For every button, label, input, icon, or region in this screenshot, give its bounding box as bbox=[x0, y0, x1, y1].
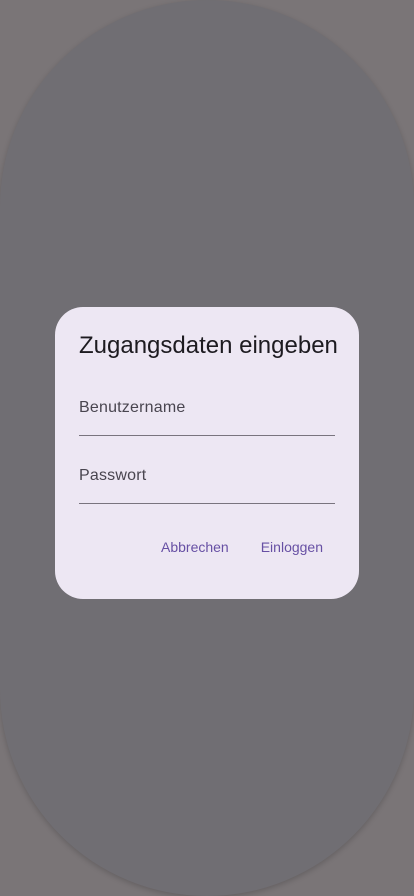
login-dialog: Zugangsdaten eingeben Benutzername Passw… bbox=[55, 307, 359, 599]
username-label: Benutzername bbox=[79, 399, 186, 416]
dialog-title: Zugangsdaten eingeben bbox=[79, 332, 338, 359]
dialog-actions: Abbrechen Einloggen bbox=[149, 535, 335, 559]
password-field[interactable]: Passwort bbox=[79, 457, 335, 504]
password-label: Passwort bbox=[79, 467, 147, 484]
username-field[interactable]: Benutzername bbox=[79, 389, 335, 436]
cancel-button[interactable]: Abbrechen bbox=[149, 535, 241, 559]
login-button[interactable]: Einloggen bbox=[249, 535, 335, 559]
